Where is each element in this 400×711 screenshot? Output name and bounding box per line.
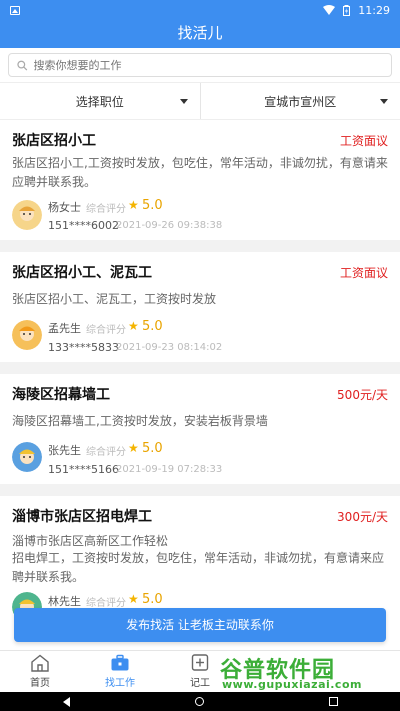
search-input[interactable]: [33, 58, 383, 72]
star-icon: ★: [128, 198, 139, 212]
job-salary: 300元/天: [337, 510, 388, 524]
post-time: 2021-09-26 09:38:38: [116, 220, 223, 231]
tab-home[interactable]: 首页: [0, 651, 80, 692]
tab-record-work-label: 记工: [190, 678, 210, 689]
job-card[interactable]: 张店区招小工、泥瓦工 工资面议 张店区招小工、泥瓦工，工资按时发放 孟先生 综合…: [0, 252, 400, 362]
job-card[interactable]: 张店区招小工 工资面议 张店区招小工,工资按时发放，包吃住，常年活动，非诚勿扰，…: [0, 120, 400, 240]
home-icon: [31, 654, 49, 672]
status-bar: 11:29: [0, 0, 400, 20]
tab-find-job-label: 找工作: [105, 678, 135, 689]
rating-score: 5.0: [142, 441, 163, 456]
star-icon: ★: [128, 441, 139, 455]
poster-name: 孟先生: [48, 322, 81, 335]
poster-phone: 133****5833: [48, 341, 119, 354]
rating-score: 5.0: [142, 198, 163, 213]
job-description: 海陵区招幕墙工,工资按时发放，安装岩板背景墙: [12, 414, 268, 428]
avatar: [12, 200, 42, 230]
briefcase-icon: [111, 654, 129, 671]
bottom-tab-bar: 首页 找工作 记工: [0, 650, 400, 692]
search-box[interactable]: [8, 53, 392, 77]
job-description: 张店区招小工、泥瓦工，工资按时发放: [12, 292, 217, 306]
poster-name: 张先生: [48, 444, 81, 457]
star-icon: ★: [128, 592, 139, 606]
system-nav-bar: [0, 692, 400, 711]
home-circle-icon[interactable]: [194, 697, 204, 706]
search-icon: [17, 60, 28, 71]
back-icon[interactable]: [62, 696, 70, 707]
caret-down-icon: [380, 99, 388, 104]
status-time: 11:29: [358, 3, 390, 17]
position-filter[interactable]: 选择职位: [0, 83, 200, 119]
job-title: 淄博市张店区招电焊工: [12, 509, 152, 525]
avatar: [12, 320, 42, 350]
avatar: [12, 442, 42, 472]
page-title: 找活儿: [0, 20, 400, 48]
search-bar: [0, 48, 400, 82]
job-salary: 工资面议: [339, 266, 388, 280]
tab-home-label: 首页: [30, 678, 50, 689]
job-description: 张店区招小工,工资按时发放，包吃住，常年活动，非诚勿扰，有意请来应聘并联系我。: [12, 156, 388, 189]
job-card[interactable]: 海陵区招幕墙工 500元/天 海陵区招幕墙工,工资按时发放，安装岩板背景墙 张先…: [0, 374, 400, 484]
publish-job-search-button[interactable]: 发布找活 让老板主动联系你: [14, 608, 386, 642]
tab-find-job[interactable]: 找工作: [80, 651, 160, 692]
tab-record-work[interactable]: 记工: [160, 651, 240, 692]
star-icon: ★: [128, 319, 139, 333]
battery-icon: [343, 4, 351, 16]
recent-apps-icon[interactable]: [328, 697, 338, 706]
image-notification-icon: [10, 5, 20, 15]
poster-phone: 151****6002: [48, 219, 119, 232]
rating-score: 5.0: [142, 319, 163, 334]
job-description-line2: 招电焊工，工资按时发放，包吃住，常年活动，非诚勿扰，有意请来应聘并联系我。: [12, 551, 385, 584]
plus-square-icon: [191, 654, 209, 671]
rating-label: 综合评分: [86, 204, 126, 215]
job-title: 张店区招小工: [12, 133, 96, 149]
poster-name: 杨女士: [48, 201, 81, 214]
post-time: 2021-09-23 08:14:02: [116, 342, 223, 353]
job-title: 海陵区招幕墙工: [12, 387, 110, 403]
post-time: 2021-09-19 07:28:33: [116, 464, 223, 475]
filter-bar: 选择职位 宣城市宣州区: [0, 82, 400, 120]
caret-down-icon: [179, 99, 188, 104]
rating-label: 综合评分: [86, 325, 126, 336]
poster-phone: 151****5166: [48, 463, 119, 476]
rating-label: 综合评分: [86, 598, 126, 609]
position-filter-label: 选择职位: [75, 94, 124, 109]
job-salary: 工资面议: [339, 134, 388, 148]
location-filter-label: 宣城市宣州区: [264, 94, 337, 109]
location-filter[interactable]: 宣城市宣州区: [199, 83, 400, 119]
job-title: 张店区招小工、泥瓦工: [12, 265, 152, 281]
poster-name: 林先生: [48, 595, 81, 608]
wifi-icon: [323, 5, 336, 15]
rating-score: 5.0: [142, 592, 163, 607]
job-salary: 500元/天: [337, 388, 388, 402]
rating-label: 综合评分: [86, 447, 126, 458]
